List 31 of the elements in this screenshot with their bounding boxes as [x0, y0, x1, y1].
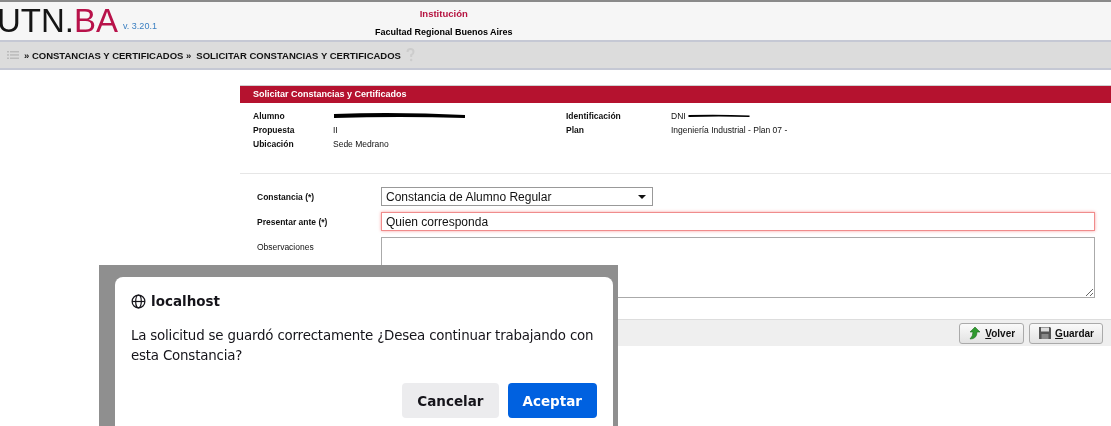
- utn-logo: UTN.BA: [0, 2, 119, 40]
- version-text: v. 3.20.1: [123, 21, 157, 31]
- caret-icon: [638, 194, 646, 199]
- info-value: Ingeniería Industrial - Plan 07 -: [671, 125, 788, 135]
- institution-name: Facultad Regional Buenos Aires: [374, 26, 513, 37]
- arrow-icon: [968, 326, 983, 340]
- dialog-message: La solicitud se guardó correctamente ¿Desea continuar trabajando con esta Constancia?: [131, 327, 595, 365]
- back-button[interactable]: Volver: [959, 322, 1025, 344]
- institution-label: Institución: [419, 7, 468, 19]
- menu-icon[interactable]: [7, 50, 19, 60]
- info-value: II: [333, 125, 338, 135]
- info-label: Alumno: [253, 111, 285, 121]
- info-label: Ubicación: [253, 139, 294, 149]
- info-value: DNI: [671, 111, 686, 121]
- field-label: Constancia (*): [257, 191, 315, 202]
- info-value: Sede Medrano: [333, 139, 389, 149]
- globe-icon: [131, 293, 146, 309]
- accept-button[interactable]: Aceptar: [507, 383, 597, 418]
- info-label: Propuesta: [253, 125, 295, 135]
- field-label: Observaciones: [257, 241, 314, 252]
- breadcrumb-item[interactable]: SOLICITAR CONSTANCIAS Y CERTIFICADOS: [196, 49, 401, 61]
- info-label: Plan: [566, 125, 584, 135]
- info-label: Identificación: [566, 111, 621, 121]
- dialog-origin: localhost: [151, 293, 221, 309]
- input-field[interactable]: Quien corresponda: [381, 212, 1095, 231]
- constancia-dropdown[interactable]: Constancia de Alumno Regular: [381, 187, 653, 206]
- field-label: Presentar ante (*): [257, 216, 328, 227]
- save-button[interactable]: Guardar: [1029, 322, 1103, 344]
- cancel-button[interactable]: Cancelar: [402, 383, 499, 418]
- breadcrumb-item[interactable]: » CONSTANCIAS Y CERTIFICADOS »: [24, 49, 192, 61]
- panel-title: Solicitar Constancias y Certificados: [240, 85, 1111, 103]
